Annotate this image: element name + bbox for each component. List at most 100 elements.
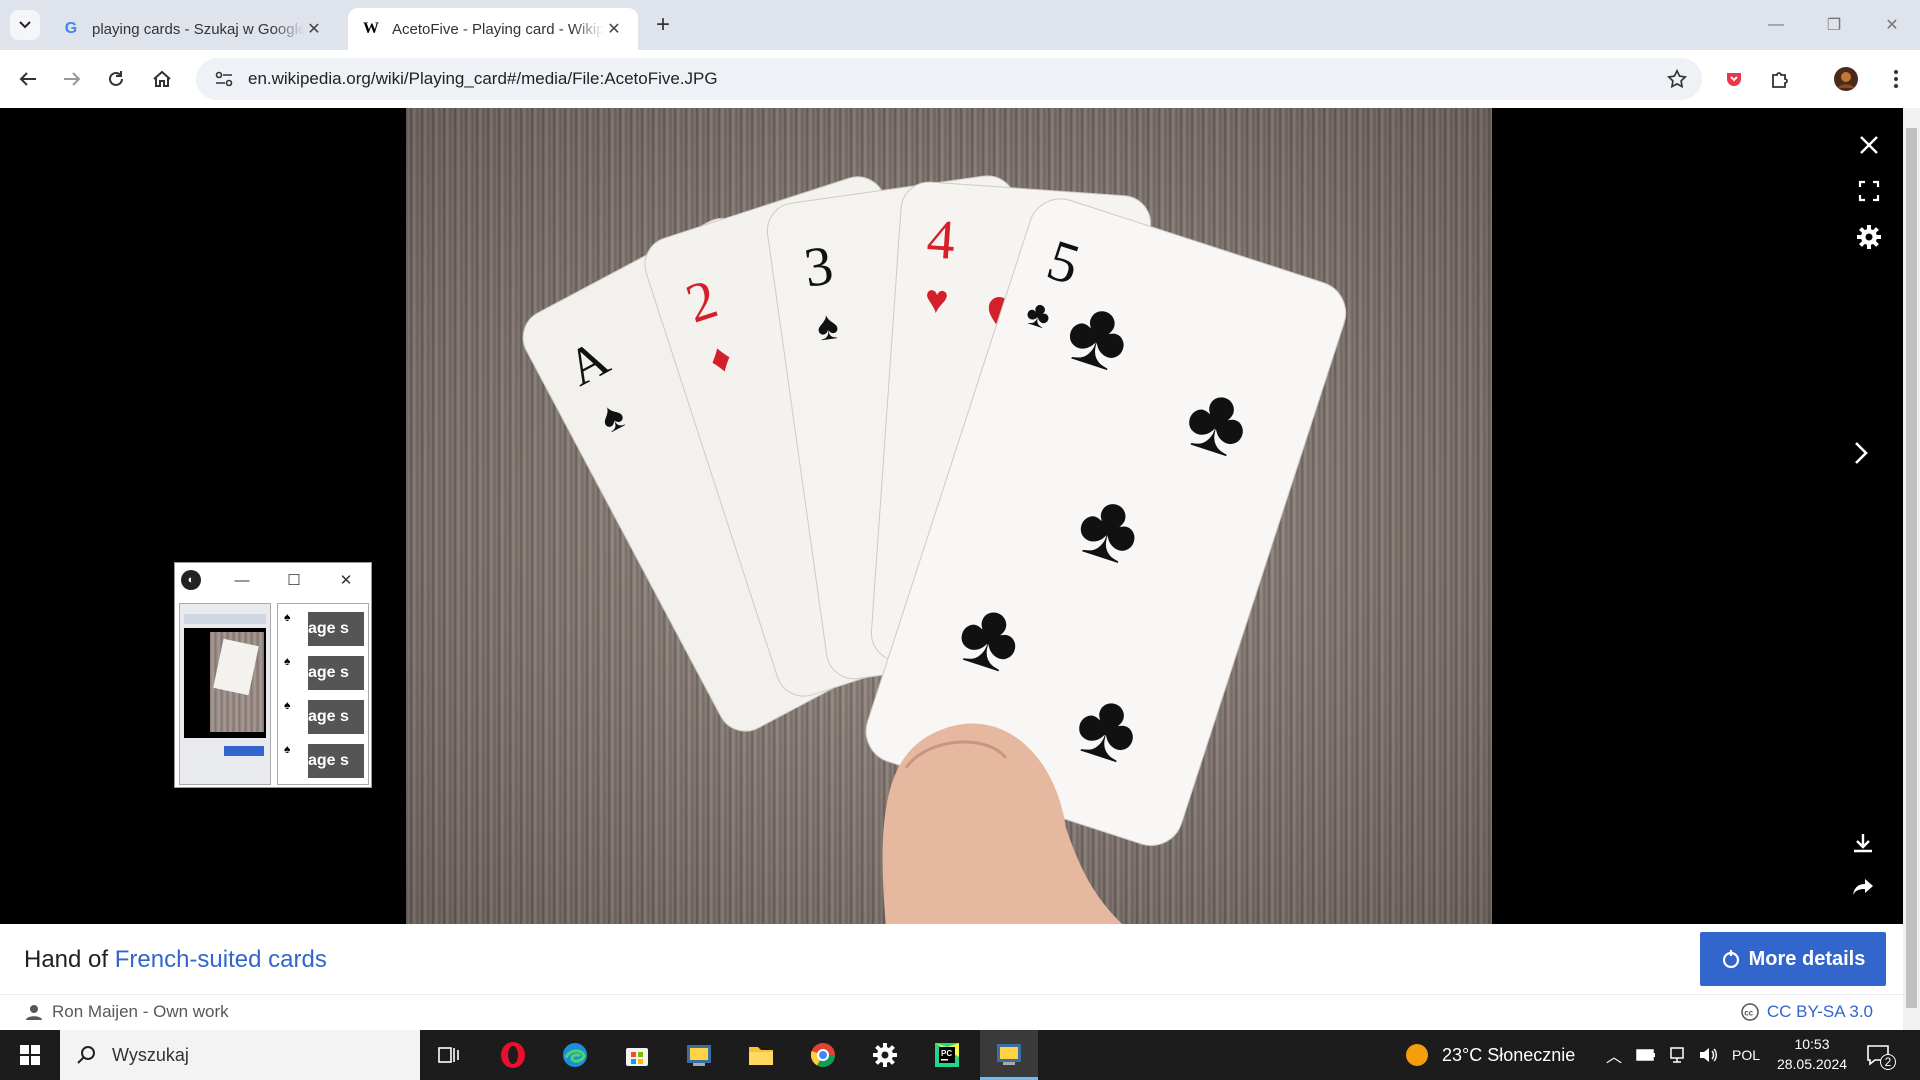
license-link[interactable]: cc CC BY-SA 3.0: [1741, 1002, 1873, 1022]
chevron-up-icon[interactable]: ︿: [1606, 1043, 1622, 1067]
opera-icon[interactable]: [484, 1030, 542, 1080]
close-icon[interactable]: ✕: [335, 571, 357, 589]
taskbar-search[interactable]: Wyszukaj: [60, 1030, 420, 1080]
divider: [0, 994, 1903, 995]
weather-text: 23°C Słonecznie: [1442, 1044, 1576, 1065]
restore-window-button[interactable]: ❐: [1806, 0, 1862, 50]
text-overlay-thumbnail[interactable]: ♠ age s ♠ age s ♠ age s ♠ age s: [277, 603, 369, 785]
system-clock[interactable]: 10:53 28.05.2024: [1764, 1034, 1860, 1074]
close-tab-icon[interactable]: ✕: [304, 19, 324, 39]
forward-arrow-icon: [64, 72, 81, 86]
share-icon[interactable]: [1846, 870, 1880, 904]
overlay-text: age s: [308, 656, 364, 690]
overlay-text: age s: [308, 612, 364, 646]
reload-icon: [109, 71, 123, 86]
browser-toolbar: en.wikipedia.org/wiki/Playing_card#/medi…: [0, 50, 1920, 108]
svg-text:cc: cc: [1744, 1009, 1753, 1018]
tab-wikipedia[interactable]: W AcetoFive - Playing card - Wikipedia ✕: [348, 8, 638, 50]
french-suited-cards-link[interactable]: French-suited cards: [115, 946, 327, 973]
weather-widget[interactable]: 23°C Słonecznie: [1404, 1030, 1575, 1080]
language-indicator[interactable]: POL: [1732, 1047, 1760, 1063]
mini-window-titlebar: ◐ — ☐ ✕: [175, 563, 371, 597]
reload-button[interactable]: [100, 63, 132, 95]
tray-icons: ︿ POL: [1606, 1030, 1760, 1080]
chevron-down-icon: [19, 21, 31, 29]
media-caption-bar: Hand of French-suited cards More details…: [0, 924, 1903, 1030]
floating-mini-window[interactable]: ◐ — ☐ ✕ ♠ age s ♠ age s ♠ age s ♠ age s: [174, 562, 372, 788]
media-caption-title: Hand of French-suited cards: [24, 946, 327, 974]
address-bar[interactable]: en.wikipedia.org/wiki/Playing_card#/medi…: [196, 58, 1702, 100]
screenshot-thumbnail[interactable]: [179, 603, 271, 785]
new-tab-button[interactable]: +: [650, 11, 676, 38]
python-screenshot-tool-icon[interactable]: [980, 1030, 1038, 1080]
home-button[interactable]: [146, 63, 178, 95]
notification-count: 2: [1880, 1054, 1896, 1070]
home-icon: [153, 70, 171, 87]
search-placeholder: Wyszukaj: [112, 1044, 189, 1065]
close-window-button[interactable]: ✕: [1864, 0, 1920, 50]
wikipedia-icon: W: [363, 20, 379, 37]
volume-icon[interactable]: [1698, 1047, 1718, 1063]
media-viewer: A ♠ 2 ♦ 3 ♠ 4 ♥ ♥: [0, 108, 1903, 924]
download-icon[interactable]: [1846, 826, 1880, 860]
chrome-icon[interactable]: [794, 1030, 852, 1080]
cards-illustration: A ♠ 2 ♦ 3 ♠ 4 ♥ ♥: [522, 175, 1347, 924]
start-button[interactable]: [0, 1030, 60, 1080]
minimize-icon[interactable]: —: [231, 572, 253, 589]
back-arrow-icon: [19, 72, 36, 86]
license-text: CC BY-SA 3.0: [1766, 1002, 1873, 1021]
browser-tab-strip: G playing cards - Szukaj w Google ✕ W Ac…: [0, 0, 1920, 50]
settings-gear-icon[interactable]: [1852, 220, 1886, 254]
svg-text:♥: ♥: [923, 277, 950, 323]
page-scrollbar[interactable]: [1903, 108, 1920, 1030]
bookmark-star-icon[interactable]: [1666, 68, 1688, 95]
overlay-text: age s: [308, 744, 364, 778]
tab-google-search[interactable]: G playing cards - Szukaj w Google ✕: [48, 8, 338, 50]
windows-logo-icon: [20, 1045, 40, 1065]
scrollbar-thumb[interactable]: [1906, 128, 1917, 1008]
google-icon: G: [64, 20, 78, 37]
caption-prefix: Hand of: [24, 946, 115, 973]
playing-cards-photo: A ♠ 2 ♦ 3 ♠ 4 ♥ ♥: [406, 108, 1492, 924]
overlay-text: age s: [308, 700, 364, 734]
close-tab-icon[interactable]: ✕: [604, 19, 624, 39]
forward-button[interactable]: [56, 63, 88, 95]
browser-menu-icon[interactable]: [1880, 63, 1912, 95]
clock-time: 10:53: [1794, 1036, 1830, 1052]
minimize-window-button[interactable]: —: [1748, 0, 1804, 50]
close-viewer-icon[interactable]: [1852, 128, 1886, 162]
profile-avatar[interactable]: [1830, 63, 1862, 95]
pocket-extension-icon[interactable]: [1718, 63, 1750, 95]
pycharm-icon[interactable]: PC: [918, 1030, 976, 1080]
back-button[interactable]: [12, 63, 44, 95]
tab-title: playing cards - Szukaj w Google: [92, 20, 304, 38]
app-logo-icon: ◐: [181, 570, 201, 590]
python-ide-icon[interactable]: [670, 1030, 728, 1080]
fullscreen-icon[interactable]: [1852, 174, 1886, 208]
clock-date: 28.05.2024: [1776, 1056, 1848, 1072]
author-text: Ron Maijen - Own work: [52, 1002, 229, 1021]
settings-gear-taskbar-icon[interactable]: [856, 1030, 914, 1080]
network-icon[interactable]: [1668, 1047, 1686, 1063]
extensions-puzzle-icon[interactable]: [1764, 63, 1796, 95]
microsoft-store-icon[interactable]: [608, 1030, 666, 1080]
next-image-chevron-icon[interactable]: [1844, 436, 1878, 470]
svg-text:PC: PC: [941, 1049, 952, 1058]
edge-icon[interactable]: [546, 1030, 604, 1080]
search-icon: [77, 1046, 95, 1064]
battery-icon[interactable]: [1636, 1048, 1656, 1062]
user-icon: [26, 1005, 42, 1020]
url-text: en.wikipedia.org/wiki/Playing_card#/medi…: [248, 69, 718, 88]
site-info-icon[interactable]: [204, 71, 244, 87]
file-explorer-icon[interactable]: [732, 1030, 790, 1080]
card-rank-label: 4: [925, 208, 957, 272]
task-view-icon[interactable]: [420, 1030, 478, 1080]
notifications-button[interactable]: 2: [1866, 1030, 1896, 1080]
more-details-button[interactable]: More details: [1700, 932, 1886, 986]
details-icon: [1722, 950, 1739, 969]
more-details-label: More details: [1748, 947, 1866, 970]
windows-taskbar: Wyszukaj PC 23°C Słonecznie ︿ POL 10:53 …: [0, 1030, 1920, 1080]
maximize-icon[interactable]: ☐: [283, 571, 305, 589]
sun-icon: [1406, 1044, 1428, 1066]
tab-search-button[interactable]: [10, 10, 40, 40]
